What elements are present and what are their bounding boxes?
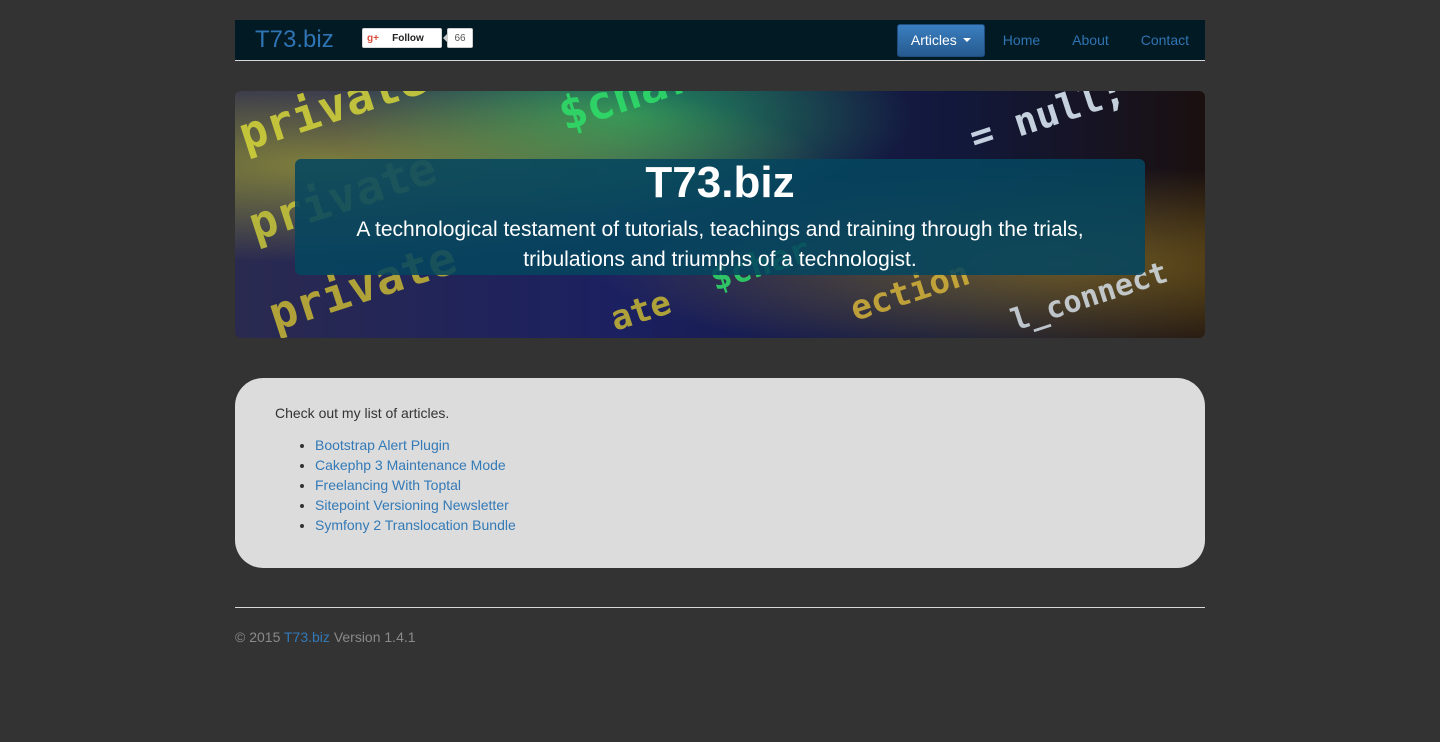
list-item: Sitepoint Versioning Newsletter <box>315 495 1165 515</box>
list-item: Freelancing With Toptal <box>315 475 1165 495</box>
caret-down-icon <box>962 38 971 42</box>
svg-text:$char: $char <box>552 91 700 141</box>
follow-label: Follow <box>392 32 424 44</box>
footer-copyright: © 2015 <box>235 629 281 645</box>
articles-panel: Check out my list of articles. Bootstrap… <box>235 378 1205 568</box>
nav-link-home[interactable]: Home <box>987 20 1056 60</box>
list-item: Bootstrap Alert Plugin <box>315 435 1165 455</box>
articles-intro: Check out my list of articles. <box>275 405 450 421</box>
google-plus-follow-button[interactable]: g+ Follow <box>362 28 442 48</box>
svg-text:ate: ate <box>605 283 676 338</box>
brand-link[interactable]: T73.biz <box>255 26 334 54</box>
list-item: Symfony 2 Translocation Bundle <box>315 515 1165 535</box>
article-link-bootstrap-alert-plugin[interactable]: Bootstrap Alert Plugin <box>315 437 450 453</box>
hero-banner: private private private $char $char = nu… <box>235 91 1205 338</box>
footer-divider <box>235 607 1205 608</box>
footer-site-link[interactable]: T73.biz <box>284 629 330 645</box>
navbar: T73.biz g+ Follow 66 Articles Home About… <box>235 20 1205 61</box>
article-link-cakephp-maintenance-mode[interactable]: Cakephp 3 Maintenance Mode <box>315 457 506 473</box>
google-plus-follow-widget: g+ Follow 66 <box>362 28 473 48</box>
google-plus-icon: g+ <box>367 32 379 44</box>
footer: © 2015 T73.biz Version 1.4.1 <box>235 629 416 645</box>
articles-dropdown-button[interactable]: Articles <box>896 23 985 57</box>
article-link-sitepoint-versioning-newsletter[interactable]: Sitepoint Versioning Newsletter <box>315 497 509 513</box>
follower-count: 66 <box>443 28 473 48</box>
articles-dropdown-label: Articles <box>910 32 957 48</box>
article-link-freelancing-with-toptal[interactable]: Freelancing With Toptal <box>315 477 461 493</box>
footer-version: Version 1.4.1 <box>333 629 416 645</box>
nav-menu: Articles Home About Contact <box>896 20 1205 60</box>
article-list: Bootstrap Alert Plugin Cakephp 3 Mainten… <box>275 435 1165 535</box>
svg-text:= null;: = null; <box>964 91 1130 160</box>
nav-link-contact[interactable]: Contact <box>1125 20 1205 60</box>
hero-title: T73.biz <box>645 158 795 207</box>
hero-subtitle: A technological testament of tutorials, … <box>356 218 1084 271</box>
hero-text-box: T73.biz A technological testament of tut… <box>295 159 1145 275</box>
list-item: Cakephp 3 Maintenance Mode <box>315 455 1165 475</box>
nav-link-about[interactable]: About <box>1056 20 1125 60</box>
article-link-symfony-translocation-bundle[interactable]: Symfony 2 Translocation Bundle <box>315 517 516 533</box>
